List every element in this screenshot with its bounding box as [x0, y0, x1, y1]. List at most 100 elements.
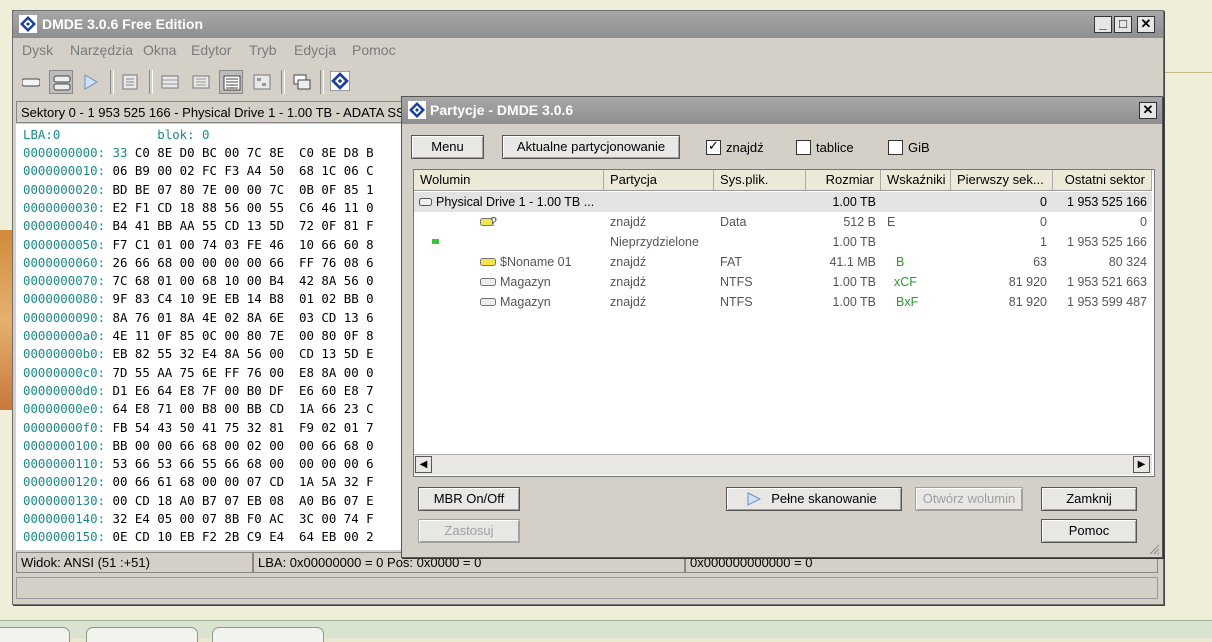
hex-row[interactable]: 0000000120: 00 66 61 68 00 00 07 CD 1A 5…	[23, 474, 374, 489]
col-size[interactable]: Rozmiar	[806, 170, 881, 190]
hex-row[interactable]: 00000000c0: 7D 55 AA 75 6E FF 76 00 E8 8…	[23, 365, 374, 380]
menu-narzedzia[interactable]: Narzędzia	[70, 42, 133, 58]
hex-cursor-byte: D1	[112, 382, 128, 398]
menu-tryb[interactable]: Tryb	[249, 42, 276, 58]
list-icon[interactable]	[189, 70, 213, 94]
drive-icon[interactable]	[19, 70, 43, 94]
hex-row[interactable]: 0000000110: 53 66 53 66 55 66 68 00 00 0…	[23, 456, 374, 471]
hex-row[interactable]: 0000000030: E2 F1 CD 18 88 56 00 55 C6 4…	[23, 200, 374, 215]
hex-row[interactable]: 0000000130: 00 CD 18 A0 B7 07 EB 08 A0 B…	[23, 493, 374, 508]
bottom-panel	[16, 577, 1158, 599]
taskbar-button[interactable]	[0, 627, 70, 642]
menu-edytor[interactable]: Edytor	[191, 42, 231, 58]
open-volume-button[interactable]: Otwórz wolumin	[915, 487, 1023, 511]
status-view: Widok: ANSI (51 :+51)	[16, 552, 253, 573]
taskbar-button[interactable]	[86, 627, 198, 642]
copy-sectors-icon[interactable]	[290, 70, 314, 94]
play-icon[interactable]	[79, 70, 103, 94]
hex-row[interactable]: 0000000090: 8A 76 01 8A 4E 02 8A 6E 03 C…	[23, 310, 374, 325]
hex-bytes: 68 01 00 68 10 00 B4 42 8A 56 0	[127, 273, 374, 289]
hex-bytes: E8 71 00 B8 00 BB CD 1A 66 23 C	[127, 401, 374, 417]
hex-row[interactable]: 00000000a0: 4E 11 0F 85 0C 00 80 7E 00 8…	[23, 328, 374, 343]
current-partitioning-button[interactable]: Aktualne partycjonowanie	[502, 135, 680, 159]
horizontal-scrollbar[interactable]: ◀ ▶	[414, 454, 1152, 475]
hex-bytes: BE 07 80 7E 00 00 7C 0B 0F 85 1	[127, 181, 374, 197]
hex-row[interactable]: 00000000b0: EB 82 55 32 E4 8A 56 00 CD 1…	[23, 346, 374, 361]
partitions-table[interactable]: Wolumin Partycja Sys.plik. Rozmiar Wskaź…	[413, 169, 1155, 477]
col-first-sector[interactable]: Pierwszy sek...	[951, 170, 1053, 190]
hex-offset: 0000000040:	[23, 218, 106, 234]
mbr-toggle-button[interactable]: MBR On/Off	[418, 487, 520, 511]
hex-cursor-byte: F7	[112, 236, 128, 252]
resize-grip-icon[interactable]	[1148, 543, 1160, 555]
background-window-strip	[0, 230, 12, 410]
hex-cursor-byte: 06	[112, 163, 128, 179]
main-titlebar[interactable]: DMDE 3.0.6 Free Edition _ □ ✕	[13, 11, 1163, 38]
hex-bytes: 66 61 68 00 00 07 CD 1A 5A 32 F	[127, 474, 374, 490]
menu-edycja[interactable]: Edycja	[294, 42, 336, 58]
col-last-sector[interactable]: Ostatni sektor	[1053, 170, 1152, 190]
menu-okna[interactable]: Okna	[143, 42, 176, 58]
dialog-close-icon[interactable]: ✕	[1139, 102, 1157, 119]
dialog-titlebar[interactable]: Partycje - DMDE 3.0.6 ✕	[402, 97, 1162, 124]
hex-row[interactable]: 0000000150: 0E CD 10 EB F2 2B C9 E4 64 E…	[23, 529, 374, 544]
hex-row[interactable]: 0000000080: 9F 83 C4 10 9E EB 14 B8 01 0…	[23, 291, 374, 306]
edit-icon[interactable]	[119, 70, 143, 94]
table-row[interactable]: Physical Drive 1 - 1.00 TB ... 1.00 TB 0…	[414, 192, 1152, 212]
full-scan-button[interactable]: Pełne skanowanie	[726, 487, 902, 511]
dmde-logo-icon[interactable]	[329, 70, 353, 94]
scroll-left-icon[interactable]: ◀	[415, 456, 432, 473]
hex-cursor-byte: BB	[112, 437, 128, 453]
sector-info-bar: Sektory 0 - 1 953 525 166 - Physical Dri…	[16, 101, 416, 123]
help-button[interactable]: Pomoc	[1041, 519, 1137, 543]
taskbar-button[interactable]	[212, 627, 324, 642]
apply-button[interactable]: Zastosuj	[418, 519, 520, 543]
hex-editor-pane[interactable]: LBA:0 blok: 0 0000000000: 33 C0 8E D0 BC…	[16, 124, 411, 550]
scroll-right-icon[interactable]: ▶	[1133, 456, 1150, 473]
minimize-button[interactable]: _	[1094, 16, 1112, 33]
hex-row[interactable]: 0000000010: 06 B9 00 02 FC F3 A4 50 68 1…	[23, 163, 374, 178]
col-filesystem[interactable]: Sys.plik.	[714, 170, 806, 190]
table-row[interactable]: Magazyn znajdź NTFS 1.00 TB BxF 81 920 1…	[414, 292, 1152, 312]
drive-icon	[419, 198, 432, 206]
close-window-button[interactable]: ✕	[1137, 16, 1155, 33]
table-row[interactable]: Nieprzydzielone 1.00 TB 1 1 953 525 166	[414, 232, 1152, 252]
hex-row[interactable]: 0000000000: 33 C0 8E D0 BC 00 7C 8E C0 8…	[23, 145, 374, 160]
play-icon	[747, 492, 761, 506]
partitions-icon[interactable]	[49, 70, 73, 94]
hex-offset: 00000000c0:	[23, 364, 106, 380]
hex-row[interactable]: 0000000060: 26 66 68 00 00 00 00 66 FF 7…	[23, 255, 374, 270]
hex-row[interactable]: 0000000040: B4 41 BB AA 55 CD 13 5D 72 0…	[23, 218, 374, 233]
hex-row[interactable]: 00000000e0: 64 E8 71 00 B8 00 BB CD 1A 6…	[23, 401, 374, 416]
col-partition[interactable]: Partycja	[604, 170, 714, 190]
hex-row[interactable]: 0000000100: BB 00 00 66 68 00 02 00 00 6…	[23, 438, 374, 453]
table-row[interactable]: $Noname 01 znajdź FAT 41.1 MB B 63 80 32…	[414, 252, 1152, 272]
hex-row[interactable]: 00000000d0: D1 E6 64 E8 7F 00 B0 DF E6 6…	[23, 383, 374, 398]
hex-cursor-byte: FB	[112, 419, 128, 435]
menu-pomoc[interactable]: Pomoc	[352, 42, 396, 58]
hex-row[interactable]: 0000000070: 7C 68 01 00 68 10 00 B4 42 8…	[23, 273, 374, 288]
col-volume[interactable]: Wolumin	[414, 170, 604, 190]
table-row[interactable]: Magazyn znajdź NTFS 1.00 TB xCF 81 920 1…	[414, 272, 1152, 292]
menu-button[interactable]: Menu	[411, 135, 484, 159]
menu-dysk[interactable]: Dysk	[22, 42, 53, 58]
tree-icon[interactable]	[250, 70, 274, 94]
hex-bytes: 83 C4 10 9E EB 14 B8 01 02 BB 0	[127, 291, 374, 307]
col-flags[interactable]: Wskaźniki	[881, 170, 951, 190]
table-icon[interactable]	[158, 70, 182, 94]
hex-row[interactable]: 0000000020: BD BE 07 80 7E 00 00 7C 0B 0…	[23, 182, 374, 197]
hex-offset: 0000000120:	[23, 474, 106, 490]
hex-row[interactable]: 0000000140: 32 E4 05 00 07 8B F0 AC 3C 0…	[23, 511, 374, 526]
hex-offset: 0000000130:	[23, 492, 106, 508]
hex-bytes: CD 18 A0 B7 07 EB 08 A0 B6 07 E	[127, 492, 374, 508]
hex-row[interactable]: 00000000f0: FB 54 43 50 41 75 32 81 F9 0…	[23, 420, 374, 435]
table-row[interactable]: ? znajdź Data 512 B E 0 0	[414, 212, 1152, 232]
hex-offset: 00000000d0:	[23, 382, 106, 398]
hex-cursor-byte: 33	[112, 145, 128, 160]
toolbar-separator	[110, 70, 114, 94]
hex-row[interactable]: 0000000160: 02 C3 49 6E 76 61 6C 69 64 2…	[23, 548, 374, 550]
maximize-button[interactable]: □	[1114, 16, 1132, 33]
hex-view-icon[interactable]	[219, 70, 243, 94]
close-button[interactable]: Zamknij	[1041, 487, 1137, 511]
hex-row[interactable]: 0000000050: F7 C1 01 00 74 03 FE 46 10 6…	[23, 237, 374, 252]
